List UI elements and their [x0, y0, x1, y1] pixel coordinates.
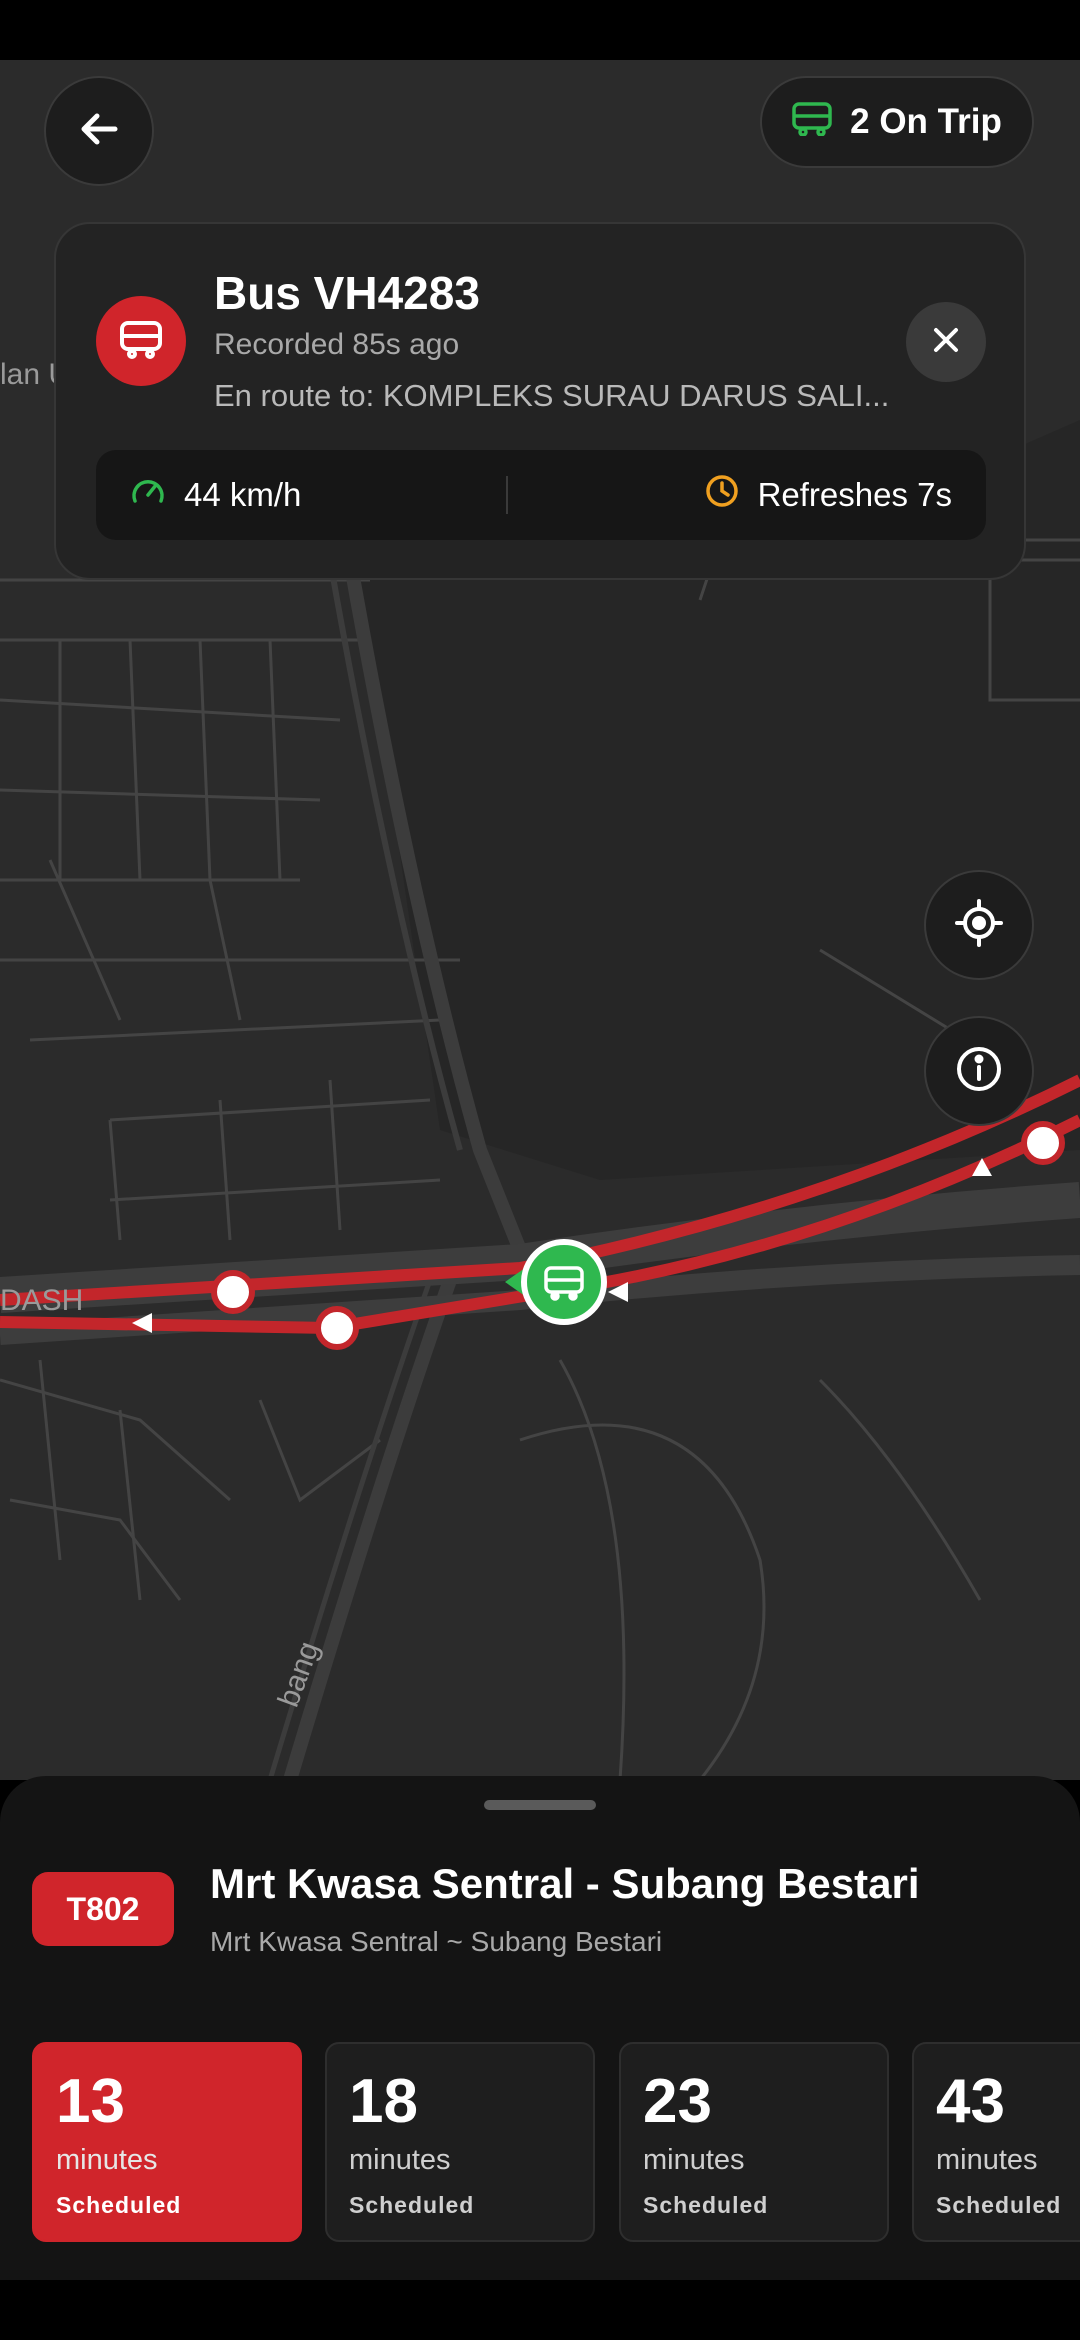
arrival-unit: minutes [56, 2144, 158, 2176]
arrival-status: Scheduled [643, 2192, 769, 2218]
sheet-drag-handle[interactable] [484, 1800, 596, 1810]
bus-destination: En route to: KOMPLEKS SURAU DARUS SALI..… [214, 378, 890, 413]
arrival-minutes: 13 [56, 2067, 125, 2136]
bus-info-card: Bus VH4283 Recorded 85s ago En route to:… [54, 222, 1026, 580]
speed-stat: 44 km/h [130, 450, 301, 540]
route-subtitle: Mrt Kwasa Sentral ~ Subang Bestari [210, 1926, 663, 1957]
arrival-status: Scheduled [56, 2192, 182, 2218]
arrival-minutes: 43 [936, 2067, 1005, 2136]
arrival-unit: minutes [349, 2144, 451, 2176]
speedometer-icon [130, 473, 166, 517]
refresh-countdown: Refreshes 7s [757, 476, 952, 513]
on-trip-indicator[interactable]: 2 On Trip [760, 76, 1034, 168]
stats-divider [506, 476, 508, 514]
bus-title: Bus VH4283 [214, 267, 480, 319]
speed-value: 44 km/h [184, 476, 302, 513]
arrow-left-icon [77, 107, 121, 156]
arrival-card[interactable]: 23 minutes Scheduled [619, 2042, 889, 2242]
refresh-stat: Refreshes 7s [704, 450, 952, 540]
map-road-label: DASH [0, 1284, 84, 1317]
info-icon [953, 1043, 1005, 1100]
arrival-unit: minutes [643, 2144, 745, 2176]
route-code-badge: T802 [32, 1872, 174, 1946]
arrival-card[interactable]: 43 minutes Scheduled [912, 2042, 1080, 2242]
bus-avatar [96, 296, 186, 386]
bus-recorded-time: Recorded 85s ago [214, 328, 460, 361]
info-button[interactable] [924, 1016, 1034, 1126]
arrival-minutes: 18 [349, 2067, 418, 2136]
clock-icon [704, 473, 740, 517]
arrival-status: Scheduled [349, 2192, 475, 2218]
status-bar [0, 0, 1080, 60]
close-button[interactable] [906, 302, 986, 382]
on-trip-label: 2 On Trip [850, 102, 1002, 141]
crosshair-icon [953, 897, 1005, 954]
my-location-button[interactable] [924, 870, 1034, 980]
arrival-unit: minutes [936, 2144, 1038, 2176]
arrival-minutes: 23 [643, 2067, 712, 2136]
bus-icon [792, 100, 832, 145]
arrival-status: Scheduled [936, 2192, 1062, 2218]
bus-stats-row: 44 km/h Refreshes 7s [96, 450, 986, 540]
navigation-bar [0, 2280, 1080, 2340]
route-bottom-sheet: T802 Mrt Kwasa Sentral - Subang Bestari … [0, 1776, 1080, 2280]
bus-icon [119, 319, 163, 364]
arrival-card[interactable]: 18 minutes Scheduled [325, 2042, 595, 2242]
close-icon [931, 325, 961, 360]
arrival-card[interactable]: 13 minutes Scheduled [32, 2042, 302, 2242]
back-button[interactable] [44, 76, 154, 186]
route-title: Mrt Kwasa Sentral - Subang Bestari [210, 1860, 920, 1907]
